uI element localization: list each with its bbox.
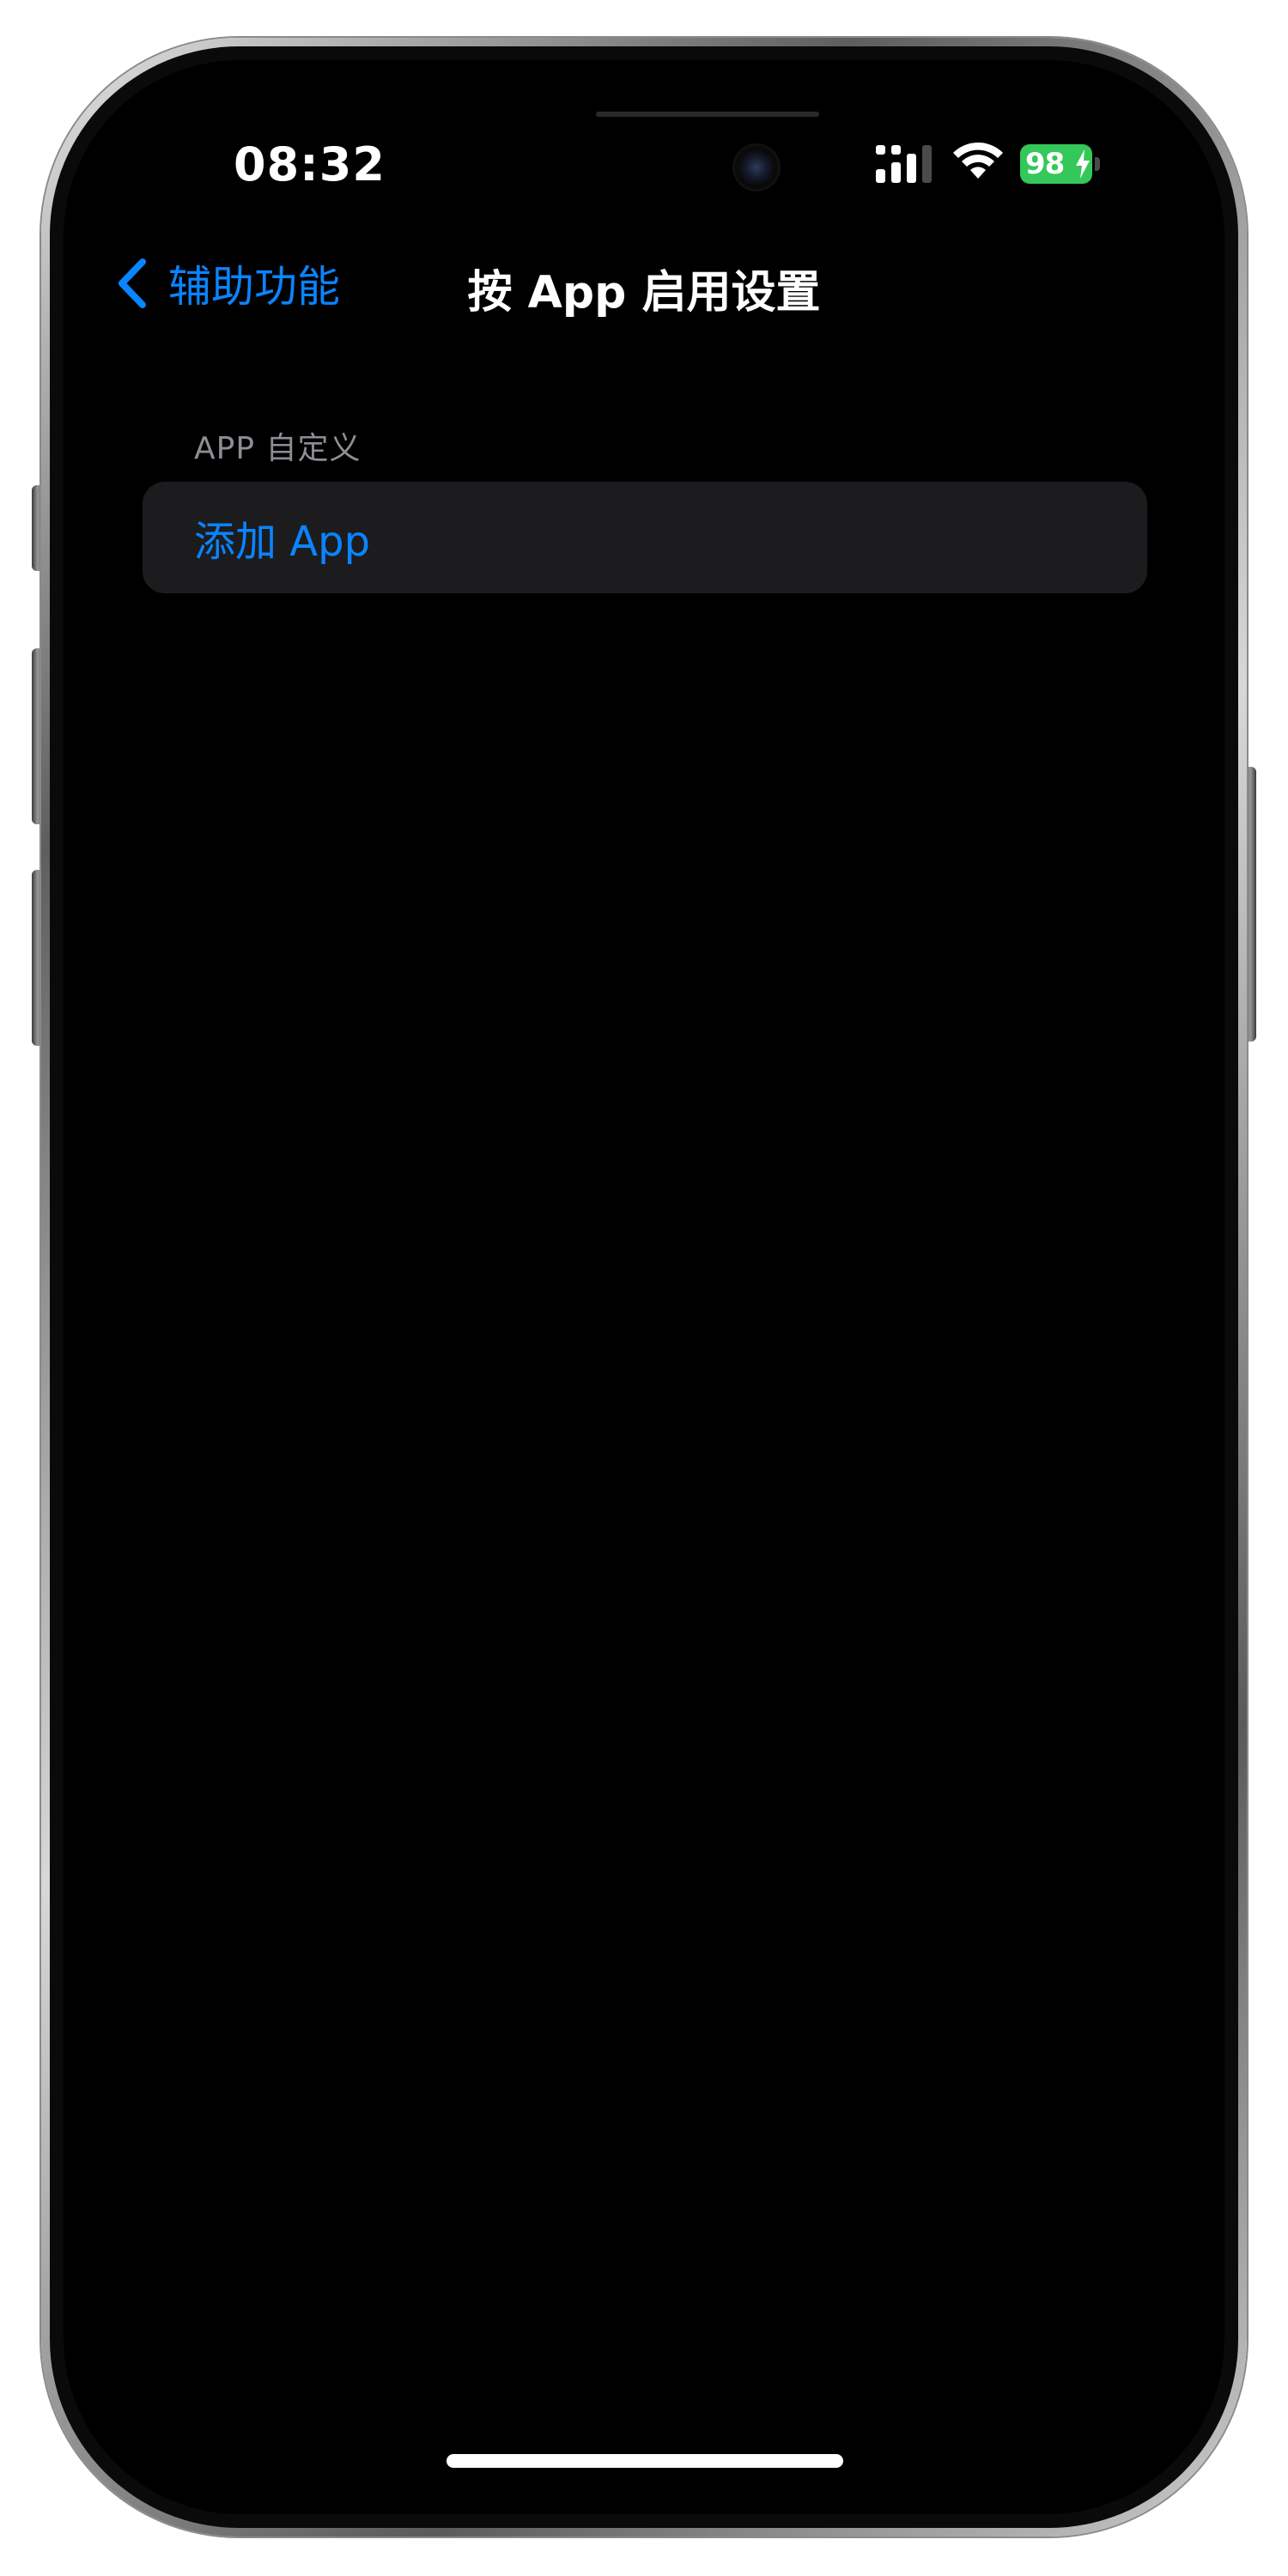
cellular-signal-icon — [876, 145, 932, 183]
page-title: 按 App 启用设置 — [467, 267, 821, 319]
add-app-label: 添加 App — [194, 518, 371, 566]
wifi-icon — [953, 142, 1003, 179]
section-header: APP 自定义 — [194, 431, 361, 466]
add-app-button[interactable]: 添加 App — [143, 482, 1147, 593]
status-time: 08:32 — [234, 137, 386, 191]
screen: 08:32 98 辅助功能 按 App 启用设置 APP 自定义 添加 App — [64, 60, 1224, 2514]
battery-charging-icon: 98 — [1020, 144, 1103, 184]
battery-cap — [1095, 157, 1100, 171]
charging-bolt-icon — [1076, 149, 1090, 179]
home-indicator[interactable] — [447, 2454, 843, 2468]
earpiece-speaker — [596, 112, 819, 117]
phone-device: 08:32 98 辅助功能 按 App 启用设置 APP 自定义 添加 App — [0, 0, 1288, 2576]
front-camera — [735, 146, 778, 189]
